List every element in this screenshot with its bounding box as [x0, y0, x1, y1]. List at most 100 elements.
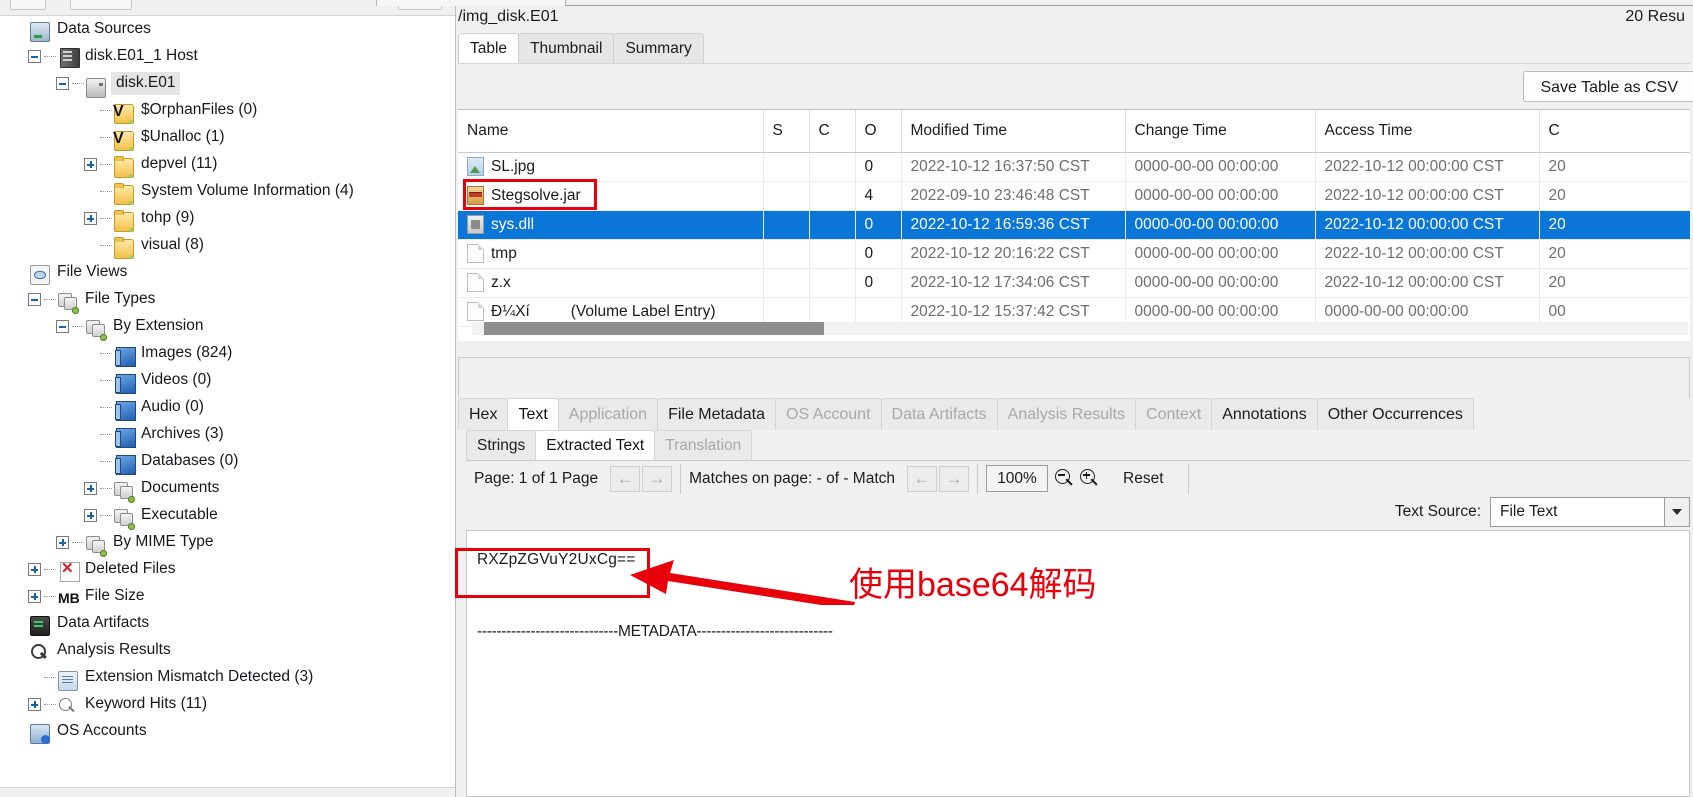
breadcrumb[interactable]: /img_disk.E01 — [458, 8, 559, 26]
tree-node[interactable]: MB File Size — [0, 583, 455, 610]
detail-tab-hex[interactable]: Hex — [458, 398, 509, 430]
cell-created-time: 20 — [1539, 210, 1690, 240]
tree-node[interactable]: File Views — [0, 259, 455, 286]
previous-match-button[interactable]: ← — [907, 465, 938, 492]
cell-name[interactable]: tmp — [458, 239, 764, 269]
sub-tab-extracted-text[interactable]: Extracted Text — [535, 430, 656, 460]
expand-icon[interactable] — [84, 482, 97, 495]
next-page-button[interactable]: → — [642, 465, 673, 492]
text-source-dropdown[interactable]: File Text — [1490, 497, 1690, 527]
tree-node[interactable]: Deleted Files — [0, 556, 455, 583]
tree-node[interactable]: OS Accounts — [0, 718, 455, 745]
detail-sub-tabs[interactable]: Strings Extracted Text Translation — [466, 430, 753, 460]
cell-name[interactable]: sys.dll — [458, 210, 764, 240]
tree-node[interactable]: depvel (11) — [0, 151, 455, 178]
tree-node[interactable]: Extension Mismatch Detected (3) — [0, 664, 455, 691]
tree-node[interactable]: Databases (0) — [0, 448, 455, 475]
table-row[interactable]: Stegsolve.jar 4 2022-09-10 23:46:48 CST 000… — [458, 181, 1690, 211]
tree-node[interactable]: disk.E01_1 Host — [0, 43, 455, 70]
cell-name[interactable]: Stegsolve.jar — [458, 181, 764, 211]
table-row[interactable]: tmp 0 2022-10-12 20:16:22 CST 0000-00-00 00… — [458, 239, 1690, 269]
magnifier-minus-icon[interactable] — [1054, 468, 1076, 490]
table-horizontal-scrollbar[interactable] — [472, 322, 1688, 335]
tree-node[interactable]: Data Sources — [0, 16, 455, 43]
zoom-level-field[interactable]: 100% — [986, 465, 1049, 492]
file-type-icon — [86, 535, 107, 557]
collapse-icon[interactable] — [28, 50, 41, 63]
tab-thumbnail[interactable]: Thumbnail — [518, 33, 615, 63]
tree-node[interactable]: visual (8) — [0, 232, 455, 259]
file-table[interactable]: Name S C O Modified Time Change Time Access Ti… — [458, 109, 1690, 341]
column-header[interactable]: Change Time — [1125, 110, 1316, 153]
table-body[interactable]: SL.jpg 0 2022-10-12 16:37:50 CST 0000-00-00… — [458, 152, 1690, 327]
expand-icon[interactable] — [84, 212, 97, 225]
tree-node[interactable]: Keyword Hits (11) — [0, 691, 455, 718]
detail-tab-text[interactable]: Text — [507, 398, 559, 430]
cell-access-time: 2022-10-12 00:00:00 CST — [1315, 181, 1540, 211]
tree-node[interactable]: tohp (9) — [0, 205, 455, 232]
tree-node[interactable]: System Volume Information (4) — [0, 178, 455, 205]
tab-table[interactable]: Table — [458, 33, 520, 63]
deleted-file-icon — [60, 561, 80, 582]
tree-node[interactable]: File Types — [0, 286, 455, 314]
cell-name[interactable]: z.x — [458, 268, 764, 298]
table-row[interactable]: sys.dll 0 2022-10-12 16:59:36 CST 0000-00-0… — [458, 210, 1690, 240]
collapse-icon[interactable] — [56, 320, 69, 333]
tree-view[interactable]: Data Sources disk.E01_1 Host disk.E01 $Orph… — [0, 16, 455, 797]
next-match-button[interactable]: → — [939, 465, 970, 492]
column-header[interactable]: C — [809, 110, 856, 153]
tree-node[interactable]: Executable — [0, 502, 455, 530]
tree-node[interactable]: Images (824) — [0, 340, 455, 367]
cell-name[interactable]: SL.jpg — [458, 152, 764, 182]
column-header[interactable]: C — [1539, 110, 1690, 153]
expand-icon[interactable] — [56, 536, 69, 549]
blue-file-icon — [115, 373, 136, 394]
column-header[interactable]: O — [855, 110, 902, 153]
magnifier-plus-icon[interactable] — [1079, 468, 1101, 490]
table-row[interactable]: SL.jpg 0 2022-10-12 16:37:50 CST 0000-00-00… — [458, 152, 1690, 182]
tree-toolbar-button-1[interactable] — [10, 0, 46, 10]
tree-toolbar-button-2[interactable] — [70, 0, 132, 10]
tab-summary[interactable]: Summary — [613, 33, 704, 63]
column-header[interactable]: Access Time — [1315, 110, 1540, 153]
collapse-icon[interactable] — [56, 77, 69, 90]
tree-node[interactable]: Documents — [0, 475, 455, 503]
tree-connector — [44, 677, 56, 678]
tree-node[interactable]: Audio (0) — [0, 394, 455, 421]
table-header-row[interactable]: Name S C O Modified Time Change Time Access Ti… — [458, 110, 1690, 153]
tree-node[interactable]: By Extension — [0, 313, 455, 341]
column-header[interactable]: Name — [458, 110, 764, 153]
view-tabs[interactable]: Table Thumbnail Summary — [458, 33, 704, 63]
tree-connector — [100, 191, 112, 192]
chevron-down-icon[interactable] — [1664, 497, 1690, 527]
column-header[interactable]: S — [763, 110, 810, 153]
detail-tab-file-metadata[interactable]: File Metadata — [657, 398, 777, 430]
tree-node[interactable]: Analysis Results — [0, 637, 455, 664]
sub-tab-strings[interactable]: Strings — [466, 430, 537, 460]
expand-icon[interactable] — [28, 698, 41, 711]
expand-icon[interactable] — [84, 509, 97, 522]
folder-orphan-icon — [113, 130, 134, 151]
collapse-icon[interactable] — [28, 293, 41, 306]
detail-tab-annotations[interactable]: Annotations — [1211, 398, 1318, 430]
tree-node[interactable]: $OrphanFiles (0) — [0, 97, 455, 124]
save-table-as-csv-button[interactable]: Save Table as CSV — [1523, 71, 1693, 102]
tree-node[interactable]: disk.E01 — [0, 70, 455, 98]
tree-node[interactable]: Archives (3) — [0, 421, 455, 448]
tree-node[interactable]: Data Artifacts — [0, 610, 455, 637]
detail-tabs[interactable]: Hex Text Application File Metadata OS Accoun… — [458, 398, 1474, 430]
expand-icon[interactable] — [84, 158, 97, 171]
tree-node[interactable]: $Unalloc (1) — [0, 124, 455, 151]
tree-node[interactable]: Videos (0) — [0, 367, 455, 394]
tree-node-label: Executable — [141, 505, 218, 523]
reset-button[interactable]: Reset — [1123, 470, 1164, 488]
detail-tab-other-occurrences[interactable]: Other Occurrences — [1316, 398, 1474, 430]
tree-node[interactable]: By MIME Type — [0, 529, 455, 557]
text-source-label: Text Source: — [1394, 503, 1481, 520]
column-header[interactable]: Modified Time — [901, 110, 1126, 153]
expand-icon[interactable] — [28, 563, 41, 576]
table-row[interactable]: z.x 0 2022-10-12 17:34:06 CST 0000-00-00 00… — [458, 268, 1690, 298]
previous-page-button[interactable]: ← — [610, 465, 641, 492]
expand-icon[interactable] — [28, 590, 41, 603]
scrollbar-thumb[interactable] — [484, 322, 824, 335]
